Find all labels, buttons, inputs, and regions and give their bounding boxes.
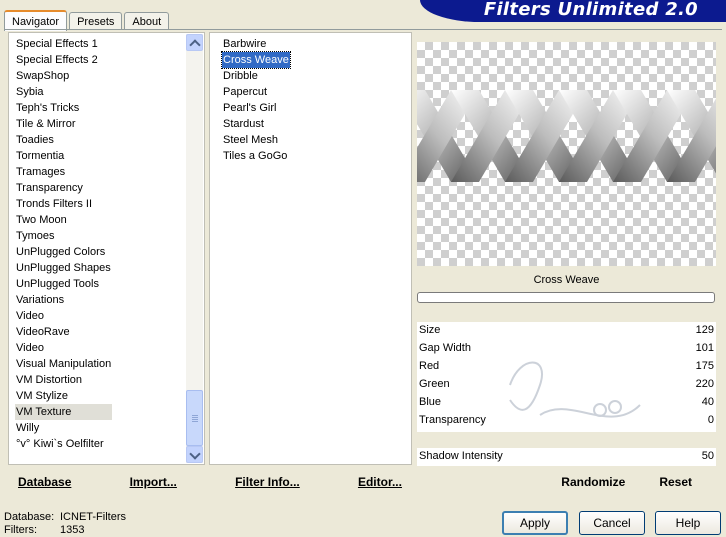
category-item[interactable]: Special Effects 1 bbox=[15, 36, 112, 52]
category-item[interactable]: VM Stylize bbox=[15, 388, 112, 404]
help-button[interactable]: Help bbox=[655, 511, 721, 535]
param-label: Red bbox=[419, 360, 440, 372]
progress-bar bbox=[417, 292, 715, 303]
category-item[interactable]: Two Moon bbox=[15, 212, 112, 228]
category-scrollbar[interactable] bbox=[186, 34, 203, 463]
param-value: 129 bbox=[695, 324, 714, 336]
category-item[interactable]: Video bbox=[15, 308, 112, 324]
database-label: Database: bbox=[4, 511, 55, 523]
category-item[interactable]: Special Effects 2 bbox=[15, 52, 112, 68]
category-item[interactable]: Willy bbox=[15, 420, 112, 436]
category-item[interactable]: Toadies bbox=[15, 132, 112, 148]
tab-divider bbox=[4, 29, 722, 30]
category-item[interactable]: Visual Manipulation bbox=[15, 356, 112, 372]
parameter-list: Size 129 Gap Width 101 Red 175 Green 220 Blue 40 T… bbox=[417, 322, 716, 432]
list-toolbar: Database Import... Filter Info... Editor… bbox=[8, 470, 412, 494]
cross-weave-preview-image bbox=[417, 90, 716, 182]
param-row[interactable]: Transparency 0 bbox=[417, 412, 716, 430]
database-value: ICNET-Filters bbox=[60, 511, 126, 523]
category-item[interactable]: Sybia bbox=[15, 84, 112, 100]
category-item[interactable]: SwapShop bbox=[15, 68, 112, 84]
category-item[interactable]: VM Distortion bbox=[15, 372, 112, 388]
extra-parameter: Shadow Intensity 50 bbox=[417, 448, 716, 466]
grip-icon bbox=[192, 415, 198, 423]
param-row[interactable]: Gap Width 101 bbox=[417, 340, 716, 358]
filter-item[interactable]: Steel Mesh bbox=[222, 132, 290, 148]
scroll-up-button[interactable] bbox=[186, 34, 203, 51]
param-value: 220 bbox=[695, 378, 714, 390]
param-label: Blue bbox=[419, 396, 442, 408]
param-value: 50 bbox=[701, 450, 714, 462]
category-item[interactable]: Variations bbox=[15, 292, 112, 308]
title-banner: Filters Unlimited 2.0 bbox=[420, 0, 726, 22]
param-label: Green bbox=[419, 378, 450, 390]
filters-label: Filters: bbox=[4, 524, 37, 536]
category-item[interactable]: UnPlugged Colors bbox=[15, 244, 112, 260]
filter-item[interactable]: Barbwire bbox=[222, 36, 290, 52]
tab-strip: Navigator Presets About bbox=[4, 8, 171, 31]
category-item[interactable]: Teph's Tricks bbox=[15, 100, 112, 116]
filters-count: 1353 bbox=[60, 524, 85, 536]
param-value: 101 bbox=[695, 342, 714, 354]
param-row[interactable]: Blue 40 bbox=[417, 394, 716, 412]
category-item[interactable]: UnPlugged Tools bbox=[15, 276, 112, 292]
filter-item[interactable]: Pearl's Girl bbox=[222, 100, 290, 116]
scroll-thumb[interactable] bbox=[186, 390, 203, 446]
param-label: Size bbox=[419, 324, 441, 336]
editor-button[interactable]: Editor... bbox=[358, 475, 402, 489]
filter-items: Barbwire Cross Weave Dribble Papercut Pearl'… bbox=[221, 36, 291, 164]
category-item[interactable]: Tymoes bbox=[15, 228, 112, 244]
cancel-button[interactable]: Cancel bbox=[579, 511, 645, 535]
tab-presets[interactable]: Presets bbox=[69, 12, 123, 30]
filter-item[interactable]: Tiles a GoGo bbox=[222, 148, 290, 164]
category-item[interactable]: Tormentia bbox=[15, 148, 112, 164]
category-item[interactable]: Transparency bbox=[15, 180, 112, 196]
filter-item[interactable]: Dribble bbox=[222, 68, 290, 84]
category-item[interactable]: UnPlugged Shapes bbox=[15, 260, 112, 276]
category-item[interactable]: Tramages bbox=[15, 164, 112, 180]
category-item[interactable]: Tile & Mirror bbox=[15, 116, 112, 132]
filter-list[interactable]: Barbwire Cross Weave Dribble Papercut Pearl'… bbox=[209, 32, 412, 465]
filter-item[interactable]: Cross Weave bbox=[221, 51, 291, 69]
param-row[interactable]: Size 129 bbox=[417, 322, 716, 340]
database-button[interactable]: Database bbox=[18, 475, 71, 489]
category-item[interactable]: VM Texture bbox=[15, 404, 113, 420]
filter-item[interactable]: Stardust bbox=[222, 116, 290, 132]
preview-filter-name: Cross Weave bbox=[533, 274, 600, 286]
scroll-down-button[interactable] bbox=[186, 446, 203, 463]
param-value: 40 bbox=[701, 396, 714, 408]
category-item[interactable]: Video bbox=[15, 340, 112, 356]
param-value: 175 bbox=[695, 360, 714, 372]
tab-about[interactable]: About bbox=[124, 12, 170, 30]
category-item[interactable]: Tronds Filters II bbox=[15, 196, 112, 212]
tab-navigator[interactable]: Navigator bbox=[4, 10, 68, 31]
filter-preview bbox=[417, 42, 716, 266]
param-label: Shadow Intensity bbox=[419, 450, 503, 462]
import-button[interactable]: Import... bbox=[130, 475, 177, 489]
param-label: Gap Width bbox=[419, 342, 471, 354]
reset-button[interactable]: Reset bbox=[659, 475, 692, 489]
param-label: Transparency bbox=[419, 414, 486, 426]
banner-title: Filters Unlimited 2.0 bbox=[483, 0, 698, 20]
param-row[interactable]: Red 175 bbox=[417, 358, 716, 376]
category-items: Special Effects 1 Special Effects 2 SwapSh… bbox=[15, 36, 113, 452]
apply-button[interactable]: Apply bbox=[502, 511, 568, 535]
filter-info-button[interactable]: Filter Info... bbox=[235, 475, 300, 489]
category-item[interactable]: °v° Kiwi`s Oelfilter bbox=[15, 436, 112, 452]
param-row[interactable]: Green 220 bbox=[417, 376, 716, 394]
filter-item[interactable]: Papercut bbox=[222, 84, 290, 100]
status-area: Database: ICNET-Filters Filters: 1353 bbox=[4, 511, 126, 537]
category-item[interactable]: VideoRave bbox=[15, 324, 112, 340]
param-row-shadow-intensity[interactable]: Shadow Intensity 50 bbox=[417, 448, 716, 466]
category-list[interactable]: Special Effects 1 Special Effects 2 SwapSh… bbox=[8, 32, 205, 465]
param-value: 0 bbox=[707, 414, 714, 426]
randomize-button[interactable]: Randomize bbox=[561, 475, 625, 489]
preview-toolbar: Randomize Reset bbox=[417, 470, 716, 494]
weave-bands bbox=[417, 90, 716, 182]
